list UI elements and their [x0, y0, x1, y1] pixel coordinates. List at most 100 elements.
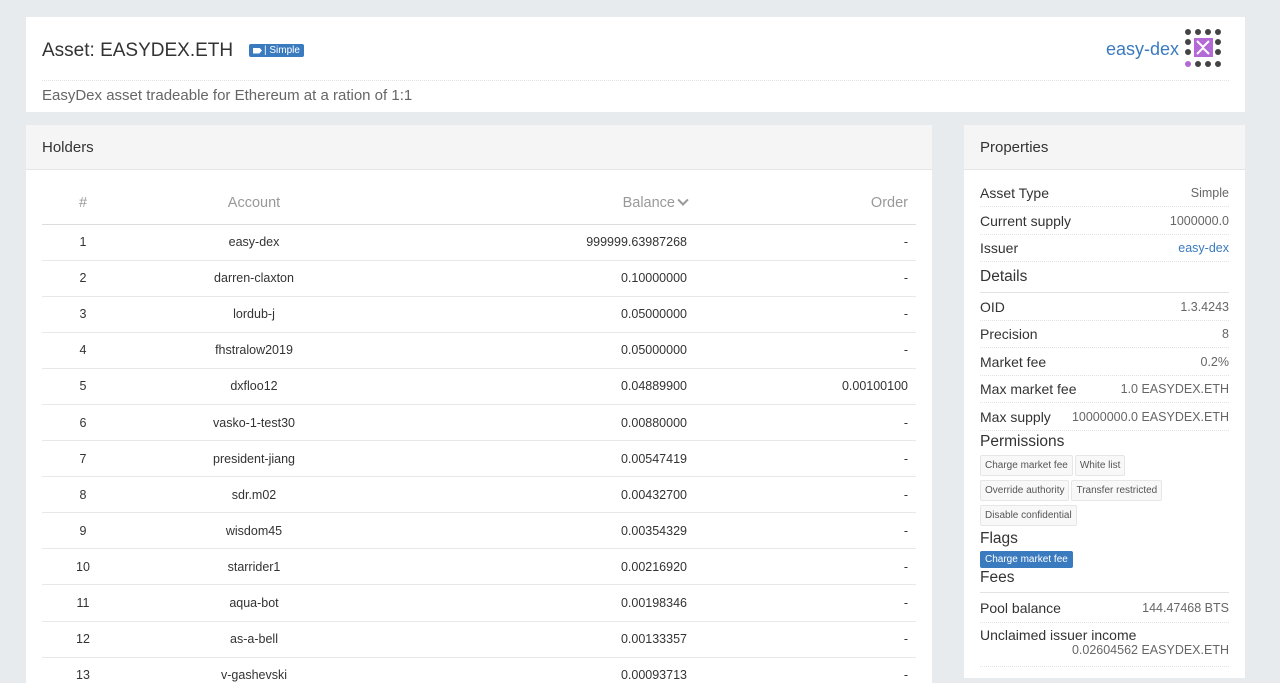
fees-heading: Fees [980, 569, 1229, 593]
rank-cell: 1 [42, 224, 124, 261]
balance-cell: 0.05000000 [384, 332, 687, 369]
market-fee-row: Market fee 0.2% [980, 348, 1229, 376]
order-cell: - [687, 404, 916, 442]
account-link[interactable]: easy-dex [124, 224, 384, 261]
balance-cell: 0.00432700 [384, 476, 687, 514]
rank-cell: 3 [42, 296, 124, 333]
flags-list: Charge market fee [980, 549, 1229, 569]
rank-cell: 8 [42, 476, 124, 514]
order-cell: 0.00100100 [687, 368, 916, 405]
holders-title: Holders [26, 125, 932, 170]
holders-panel: Holders # Account Balance Order 1 easy-de… [26, 125, 932, 683]
header-divider [42, 80, 1229, 81]
asset-type-badge: | Simple [249, 44, 304, 57]
order-cell: - [687, 440, 916, 478]
asset-type-row: Asset Type Simple [980, 180, 1229, 207]
table-row: 7 president-jiang 0.00547419- [42, 440, 916, 478]
balance-cell: 0.05000000 [384, 296, 687, 333]
permission-chip: Charge market fee [980, 455, 1073, 476]
pool-balance-row: Pool balance 144.47468 BTS [980, 593, 1229, 623]
balance-cell: 0.04889900 [384, 368, 687, 405]
precision-row: Precision 8 [980, 321, 1229, 348]
order-cell: - [687, 584, 916, 622]
account-link[interactable]: vasko-1-test30 [124, 404, 384, 442]
account-link[interactable]: lordub-j [124, 296, 384, 333]
account-link[interactable]: starrider1 [124, 548, 384, 586]
chevron-down-icon [677, 194, 689, 207]
account-link[interactable]: president-jiang [124, 440, 384, 478]
table-row: 1 easy-dex 999999.63987268- [42, 224, 916, 261]
holders-table: # Account Balance Order 1 easy-dex 999999.… [42, 183, 916, 683]
max-supply-row: Max supply 10000000.0 EASYDEX.ETH [980, 403, 1229, 431]
table-row: 2 darren-claxton 0.10000000- [42, 260, 916, 297]
balance-cell: 0.00093713 [384, 657, 687, 683]
balance-cell: 0.00198346 [384, 584, 687, 622]
account-link[interactable]: v-gashevski [124, 657, 384, 683]
table-row: 12 as-a-bell 0.00133357- [42, 621, 916, 658]
balance-cell: 0.00133357 [384, 621, 687, 658]
issuer-row: Issuer easy-dex [980, 235, 1229, 262]
balance-cell: 0.00216920 [384, 548, 687, 586]
table-row: 3 lordub-j 0.05000000- [42, 296, 916, 333]
current-supply-row: Current supply 1000000.0 [980, 207, 1229, 235]
order-cell: - [687, 260, 916, 297]
holders-header-row: # Account Balance Order [42, 183, 916, 225]
table-row: 6 vasko-1-test30 0.00880000- [42, 404, 916, 442]
permissions-list: Charge market fee White list Override aut… [980, 453, 1190, 528]
col-header-balance[interactable]: Balance [384, 183, 689, 225]
page-title: Asset: EASYDEX.ETH [42, 40, 234, 61]
rank-cell: 10 [42, 548, 124, 586]
balance-cell: 999999.63987268 [384, 224, 687, 261]
rank-cell: 9 [42, 512, 124, 550]
table-row: 13 v-gashevski 0.00093713- [42, 657, 916, 683]
order-cell: - [687, 621, 916, 658]
col-header-account[interactable]: Account [124, 183, 384, 225]
rank-cell: 12 [42, 621, 124, 658]
rank-cell: 6 [42, 404, 124, 442]
account-link[interactable]: darren-claxton [124, 260, 384, 297]
order-cell: - [687, 224, 916, 261]
table-row: 4 fhstralow2019 0.05000000- [42, 332, 916, 369]
rank-cell: 13 [42, 657, 124, 683]
account-link[interactable]: sdr.m02 [124, 476, 384, 514]
account-link[interactable]: aqua-bot [124, 584, 384, 622]
oid-row: OID 1.3.4243 [980, 293, 1229, 321]
balance-cell: 0.00880000 [384, 404, 687, 442]
account-link[interactable]: dxfloo12 [124, 368, 384, 405]
order-cell: - [687, 476, 916, 514]
balance-cell: 0.10000000 [384, 260, 687, 297]
flags-heading: Flags [980, 530, 1018, 547]
account-link[interactable]: as-a-bell [124, 621, 384, 658]
account-link[interactable]: fhstralow2019 [124, 332, 384, 369]
easydex-logo-icon [1185, 29, 1221, 67]
permission-chip: Transfer restricted [1071, 480, 1163, 501]
properties-title: Properties [964, 125, 1245, 170]
order-cell: - [687, 296, 916, 333]
order-cell: - [687, 332, 916, 369]
issuer-link[interactable]: easy-dex [1178, 241, 1229, 255]
rank-cell: 5 [42, 368, 124, 405]
permissions-heading: Permissions [980, 433, 1065, 450]
details-heading: Details [980, 262, 1229, 293]
rank-cell: 4 [42, 332, 124, 369]
properties-panel: Properties Asset Type Simple Current sup… [964, 125, 1245, 678]
table-row: 11 aqua-bot 0.00198346- [42, 584, 916, 622]
table-row: 5 dxfloo12 0.04889900 0.00100100 [42, 368, 916, 405]
permission-chip: Disable confidential [980, 505, 1077, 526]
asset-description: EasyDex asset tradeable for Ethereum at … [42, 87, 413, 104]
balance-cell: 0.00547419 [384, 440, 687, 478]
max-market-fee-row: Max market fee 1.0 EASYDEX.ETH [980, 376, 1229, 403]
col-header-number: # [42, 183, 124, 225]
account-link[interactable]: wisdom45 [124, 512, 384, 550]
balance-cell: 0.00354329 [384, 512, 687, 550]
issuer-brand-link[interactable]: easy-dex [1106, 39, 1179, 60]
rank-cell: 2 [42, 260, 124, 297]
rank-cell: 11 [42, 584, 124, 622]
table-row: 8 sdr.m02 0.00432700- [42, 476, 916, 514]
table-row: 9 wisdom45 0.00354329- [42, 512, 916, 550]
unclaimed-income-row: Unclaimed issuer income 0.02604562 EASYD… [980, 623, 1229, 667]
order-cell: - [687, 512, 916, 550]
order-cell: - [687, 548, 916, 586]
rank-cell: 7 [42, 440, 124, 478]
col-header-order[interactable]: Order [687, 183, 916, 225]
